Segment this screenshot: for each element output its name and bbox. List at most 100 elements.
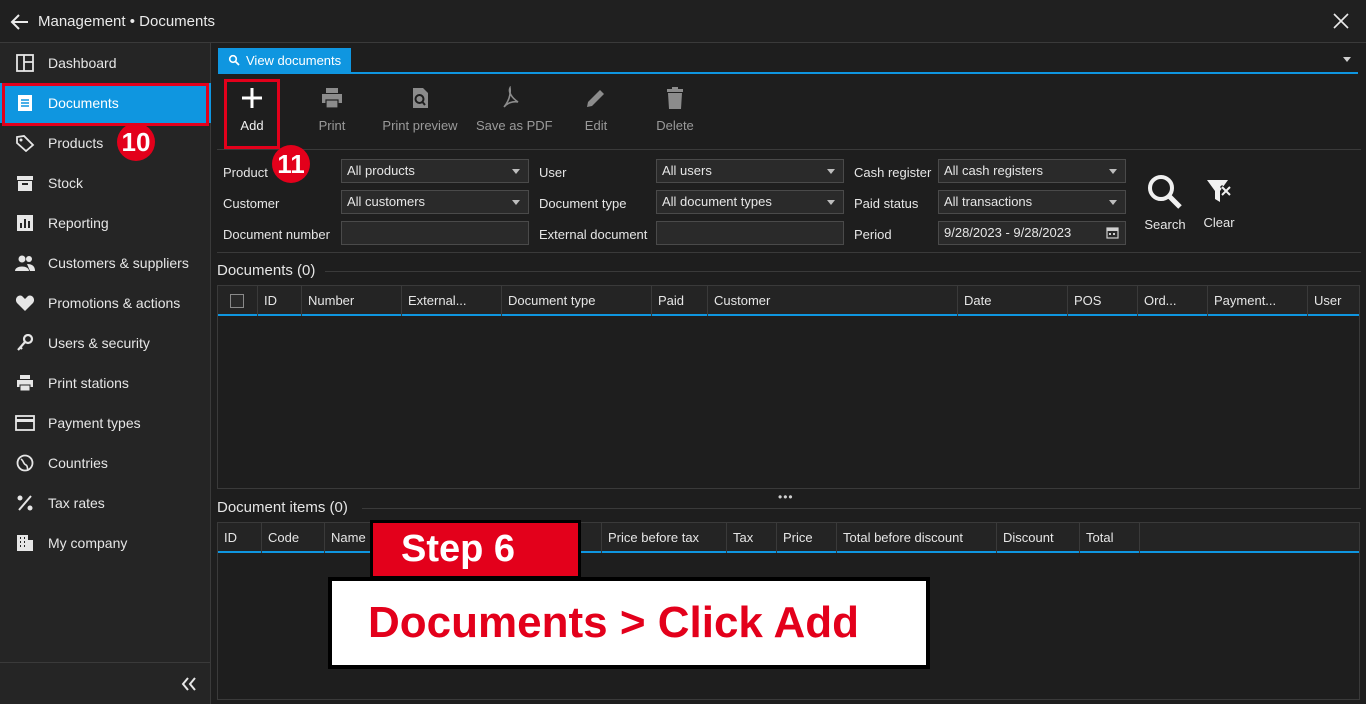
save-as-pdf-button[interactable]: Save as PDF bbox=[476, 86, 553, 142]
sidebar-item-label: Payment types bbox=[48, 415, 141, 431]
select-all-checkbox[interactable] bbox=[230, 294, 244, 308]
sidebar-item-countries[interactable]: Countries bbox=[0, 443, 211, 483]
sidebar-item-my-company[interactable]: My company bbox=[0, 523, 211, 563]
document-type-select[interactable]: All document types bbox=[656, 190, 844, 214]
printer-icon bbox=[17, 375, 33, 392]
sidebar-item-dashboard[interactable]: Dashboard bbox=[0, 43, 211, 83]
user-select[interactable]: All users bbox=[656, 159, 844, 183]
sidebar-item-promotions[interactable]: Promotions & actions bbox=[0, 283, 211, 323]
dropdown-arrow-icon bbox=[827, 169, 835, 174]
column-header-discount[interactable]: Discount bbox=[997, 523, 1080, 553]
section-divider bbox=[325, 271, 1361, 272]
paid-status-label: Paid status bbox=[854, 196, 919, 211]
column-header-id[interactable]: ID bbox=[258, 286, 302, 316]
cash-register-label: Cash register bbox=[854, 165, 932, 180]
clear-label: Clear bbox=[1203, 215, 1235, 230]
column-header-payment[interactable]: Payment... bbox=[1208, 286, 1308, 316]
building-icon bbox=[17, 535, 33, 551]
sidebar-item-print-stations[interactable]: Print stations bbox=[0, 363, 211, 403]
search-label: Search bbox=[1144, 217, 1186, 232]
heart-icon bbox=[15, 295, 35, 311]
column-header-user[interactable]: User bbox=[1308, 286, 1359, 316]
filter-panel: Product All products Customer All custom… bbox=[217, 149, 1361, 253]
percent-icon bbox=[17, 495, 33, 511]
edit-button[interactable]: Edit bbox=[578, 86, 614, 142]
step-badge-10: 10 bbox=[117, 123, 155, 161]
splitter-handle[interactable]: ••• bbox=[778, 490, 794, 504]
sidebar-item-payment-types[interactable]: Payment types bbox=[0, 403, 211, 443]
sidebar-item-customers-suppliers[interactable]: Customers & suppliers bbox=[0, 243, 211, 283]
period-value: 9/28/2023 - 9/28/2023 bbox=[944, 225, 1072, 240]
cash-register-select-value: All cash registers bbox=[944, 163, 1043, 178]
external-document-input[interactable] bbox=[656, 221, 844, 245]
column-header-customer[interactable]: Customer bbox=[708, 286, 958, 316]
add-highlight-box bbox=[224, 79, 280, 149]
printer-icon bbox=[322, 88, 342, 109]
pdf-icon bbox=[503, 86, 519, 108]
sidebar-divider bbox=[0, 662, 211, 663]
globe-icon bbox=[16, 454, 34, 472]
back-arrow-icon[interactable] bbox=[9, 11, 31, 33]
column-header-total[interactable]: Total bbox=[1080, 523, 1140, 553]
dropdown-arrow-icon bbox=[512, 200, 520, 205]
column-header-date[interactable]: Date bbox=[958, 286, 1068, 316]
column-header-document-type[interactable]: Document type bbox=[502, 286, 652, 316]
product-select-value: All products bbox=[347, 163, 415, 178]
close-icon[interactable] bbox=[1331, 11, 1351, 31]
sidebar-item-label: My company bbox=[48, 535, 128, 551]
sidebar-item-label: Tax rates bbox=[48, 495, 105, 511]
search-button[interactable]: Search bbox=[1141, 172, 1189, 232]
column-header-price[interactable]: Price bbox=[777, 523, 837, 553]
column-header-code[interactable]: Code bbox=[262, 523, 325, 553]
sidebar-item-users-security[interactable]: Users & security bbox=[0, 323, 211, 363]
sidebar-item-label: Products bbox=[48, 135, 104, 151]
clear-filter-button[interactable]: Clear bbox=[1199, 176, 1239, 230]
column-header-external[interactable]: External... bbox=[402, 286, 502, 316]
column-header-pos[interactable]: POS bbox=[1068, 286, 1138, 316]
sidebar-item-stock[interactable]: Stock bbox=[0, 163, 211, 203]
collapse-sidebar-icon[interactable] bbox=[180, 676, 198, 692]
trash-icon bbox=[667, 87, 683, 109]
document-number-label: Document number bbox=[223, 227, 330, 242]
column-header-id[interactable]: ID bbox=[218, 523, 262, 553]
dashboard-icon bbox=[16, 54, 34, 72]
print-preview-button[interactable]: Print preview bbox=[380, 86, 460, 142]
sidebar-item-products[interactable]: Products bbox=[0, 123, 211, 163]
sidebar-item-label: Customers & suppliers bbox=[48, 255, 189, 271]
sidebar: Dashboard Documents Products Stock Repor… bbox=[0, 43, 211, 704]
sidebar-item-reporting[interactable]: Reporting bbox=[0, 203, 211, 243]
customer-select[interactable]: All customers bbox=[341, 190, 529, 214]
product-select[interactable]: All products bbox=[341, 159, 529, 183]
column-header-price-before-tax[interactable]: Price before tax bbox=[602, 523, 727, 553]
chevron-down-icon[interactable] bbox=[1342, 57, 1352, 63]
people-icon bbox=[15, 255, 35, 271]
print-preview-label: Print preview bbox=[382, 118, 458, 133]
print-preview-icon bbox=[413, 88, 428, 108]
period-date-range[interactable]: 9/28/2023 - 9/28/2023 bbox=[938, 221, 1126, 245]
section-divider bbox=[362, 508, 1361, 509]
delete-button[interactable]: Delete bbox=[652, 86, 698, 142]
column-header-total-before-discount[interactable]: Total before discount bbox=[837, 523, 997, 553]
sidebar-item-label: Print stations bbox=[48, 375, 129, 391]
title-bar: Management • Documents bbox=[0, 0, 1366, 43]
period-label: Period bbox=[854, 227, 892, 242]
document-number-input[interactable] bbox=[341, 221, 529, 245]
dropdown-arrow-icon bbox=[512, 169, 520, 174]
column-header-order[interactable]: Ord... bbox=[1138, 286, 1208, 316]
search-icon bbox=[228, 54, 240, 66]
card-icon bbox=[15, 415, 35, 431]
column-header-number[interactable]: Number bbox=[302, 286, 402, 316]
print-label: Print bbox=[318, 118, 346, 133]
sidebar-item-tax-rates[interactable]: Tax rates bbox=[0, 483, 211, 523]
cash-register-select[interactable]: All cash registers bbox=[938, 159, 1126, 183]
tab-view-documents[interactable]: View documents bbox=[218, 48, 351, 72]
paid-status-select-value: All transactions bbox=[944, 194, 1033, 209]
column-header-paid[interactable]: Paid bbox=[652, 286, 708, 316]
column-header-tax[interactable]: Tax bbox=[727, 523, 777, 553]
sidebar-item-label: Countries bbox=[48, 455, 108, 471]
save-as-pdf-label: Save as PDF bbox=[476, 118, 553, 133]
print-button[interactable]: Print bbox=[310, 86, 354, 142]
paid-status-select[interactable]: All transactions bbox=[938, 190, 1126, 214]
calendar-icon[interactable] bbox=[1106, 226, 1119, 239]
document-type-select-value: All document types bbox=[662, 194, 772, 209]
